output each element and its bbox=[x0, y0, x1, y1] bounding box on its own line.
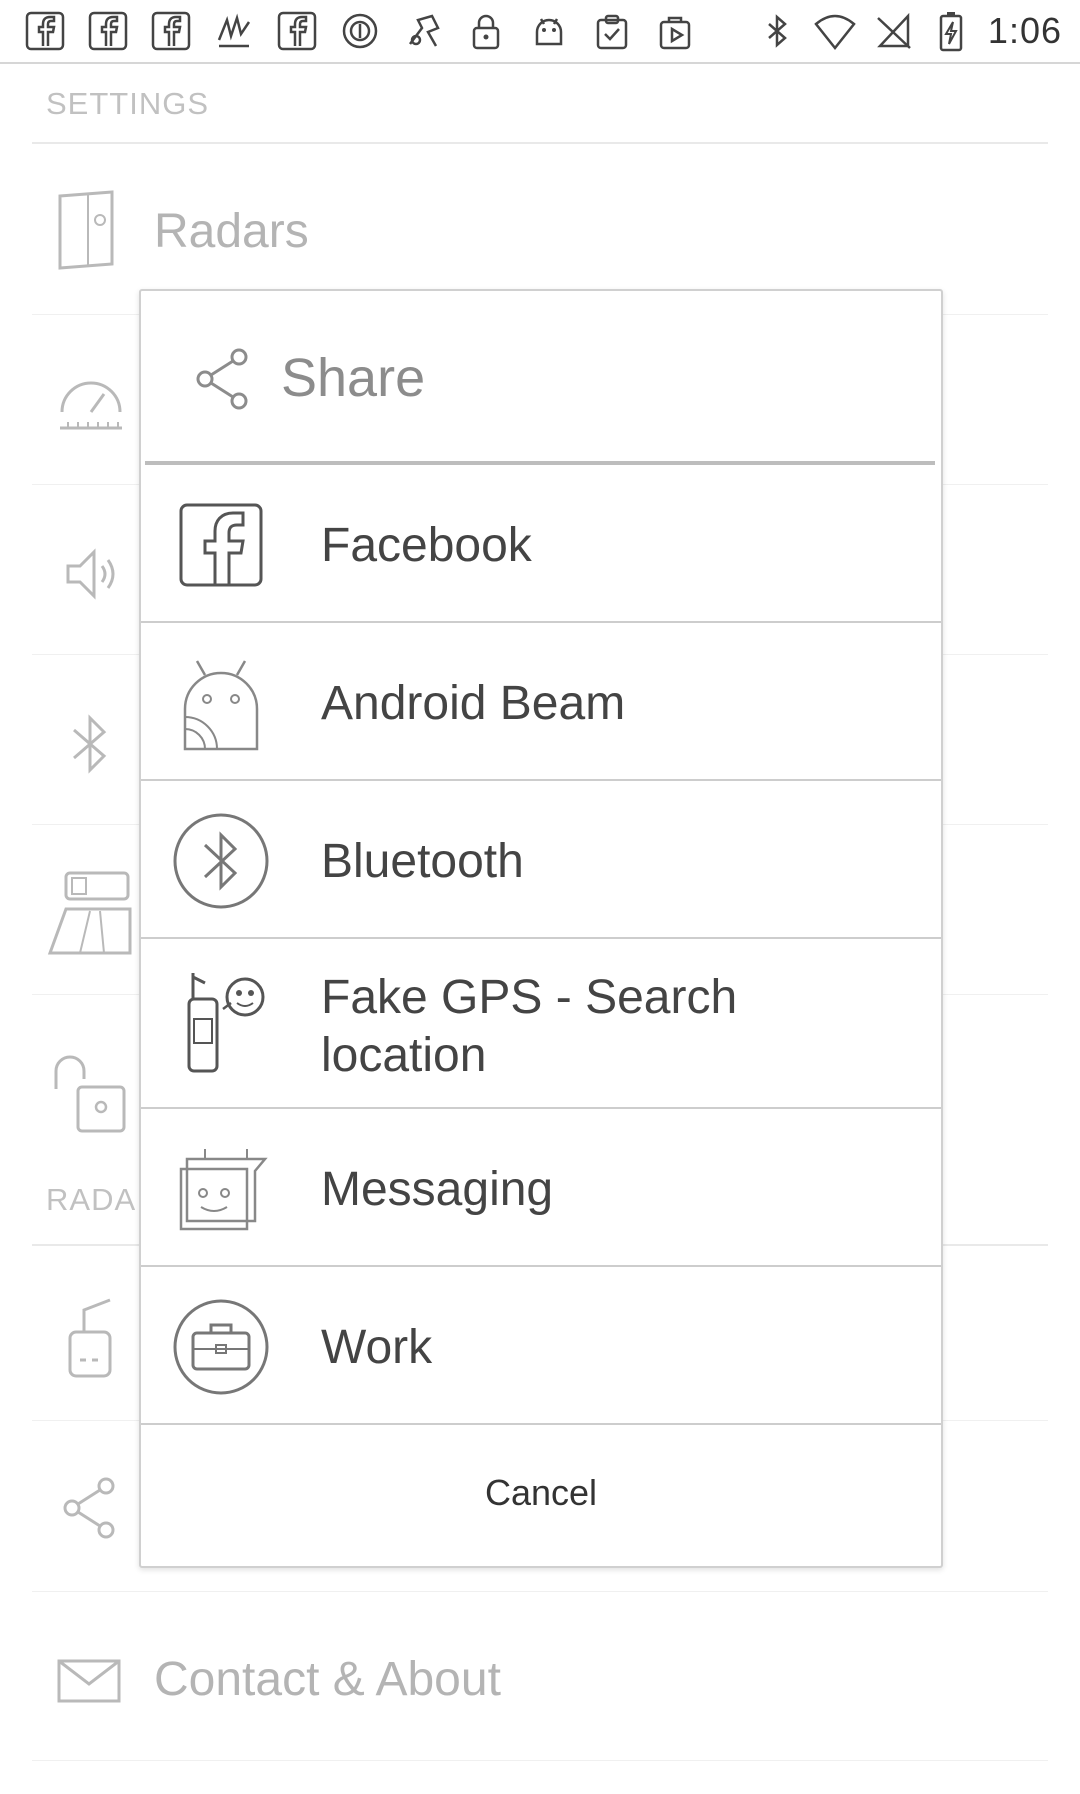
share-option-facebook[interactable]: Facebook bbox=[141, 465, 941, 623]
section-header-radars: RADA bbox=[46, 1182, 137, 1217]
clipboard-check-icon bbox=[591, 10, 633, 52]
share-dialog: Share Facebook Android Beam Bluetooth Fa… bbox=[139, 289, 943, 1568]
share-option-fake-gps[interactable]: Fake GPS - Search location bbox=[141, 939, 941, 1109]
facebook-icon bbox=[24, 10, 66, 52]
share-option-android-beam[interactable]: Android Beam bbox=[141, 623, 941, 781]
section-divider bbox=[32, 142, 1048, 144]
play-store-icon bbox=[654, 10, 696, 52]
facebook-icon bbox=[171, 495, 271, 595]
row-divider bbox=[32, 1591, 1048, 1592]
share-option-label: Android Beam bbox=[321, 677, 626, 730]
android-icon bbox=[528, 10, 570, 52]
no-sim-icon bbox=[872, 10, 914, 52]
facebook-icon bbox=[276, 10, 318, 52]
facebook-icon bbox=[87, 10, 129, 52]
facebook-icon bbox=[150, 10, 192, 52]
share-target-list: Facebook Android Beam Bluetooth Fake GPS… bbox=[141, 465, 941, 1425]
share-option-label: Facebook bbox=[321, 519, 532, 572]
share-option-label: Work bbox=[321, 1321, 433, 1374]
notification-icons bbox=[24, 8, 696, 54]
report-radar-icon bbox=[62, 1294, 122, 1380]
messaging-icon bbox=[171, 1139, 271, 1239]
wifi-icon bbox=[814, 10, 856, 52]
circle-icon bbox=[339, 10, 381, 52]
system-icons: 1:06 bbox=[756, 8, 1062, 54]
app-icon bbox=[213, 10, 255, 52]
share-option-label: Messaging bbox=[321, 1163, 554, 1216]
speaker-icon bbox=[62, 544, 122, 604]
unlock-icon bbox=[50, 1049, 130, 1135]
share-icon bbox=[193, 347, 253, 411]
row-divider bbox=[32, 1760, 1048, 1761]
section-header-settings: SETTINGS bbox=[46, 86, 210, 121]
clock: 1:06 bbox=[987, 10, 1062, 51]
radar-road-icon bbox=[46, 869, 132, 955]
share-option-label: Bluetooth bbox=[321, 835, 524, 888]
speedometer-icon bbox=[56, 368, 126, 438]
dialog-title: Share bbox=[281, 348, 426, 408]
envelope-icon bbox=[56, 1658, 122, 1704]
settings-item-contact[interactable]: Contact & About bbox=[154, 1652, 501, 1707]
share-option-messaging[interactable]: Messaging bbox=[141, 1109, 941, 1267]
work-briefcase-icon bbox=[171, 1297, 271, 1397]
bluetooth-icon bbox=[171, 811, 271, 911]
share-option-bluetooth[interactable]: Bluetooth bbox=[141, 781, 941, 939]
bluetooth-icon bbox=[68, 712, 112, 776]
android-beam-icon bbox=[171, 653, 271, 753]
bluetooth-icon bbox=[756, 10, 798, 52]
status-bar: 1:06 bbox=[0, 0, 1080, 64]
dialog-title-bar: Share bbox=[141, 291, 941, 461]
fake-gps-icon bbox=[171, 969, 271, 1073]
radar-device-icon bbox=[56, 190, 116, 270]
cancel-button[interactable]: Cancel bbox=[141, 1423, 941, 1563]
share-option-work[interactable]: Work bbox=[141, 1267, 941, 1425]
share-icon bbox=[60, 1476, 120, 1540]
battery-charging-icon bbox=[930, 10, 972, 52]
lock-icon bbox=[465, 10, 507, 52]
fake-gps-icon bbox=[402, 10, 444, 52]
settings-item-radars[interactable]: Radars bbox=[154, 204, 309, 259]
share-option-label: Fake GPS - Search location bbox=[321, 971, 738, 1082]
